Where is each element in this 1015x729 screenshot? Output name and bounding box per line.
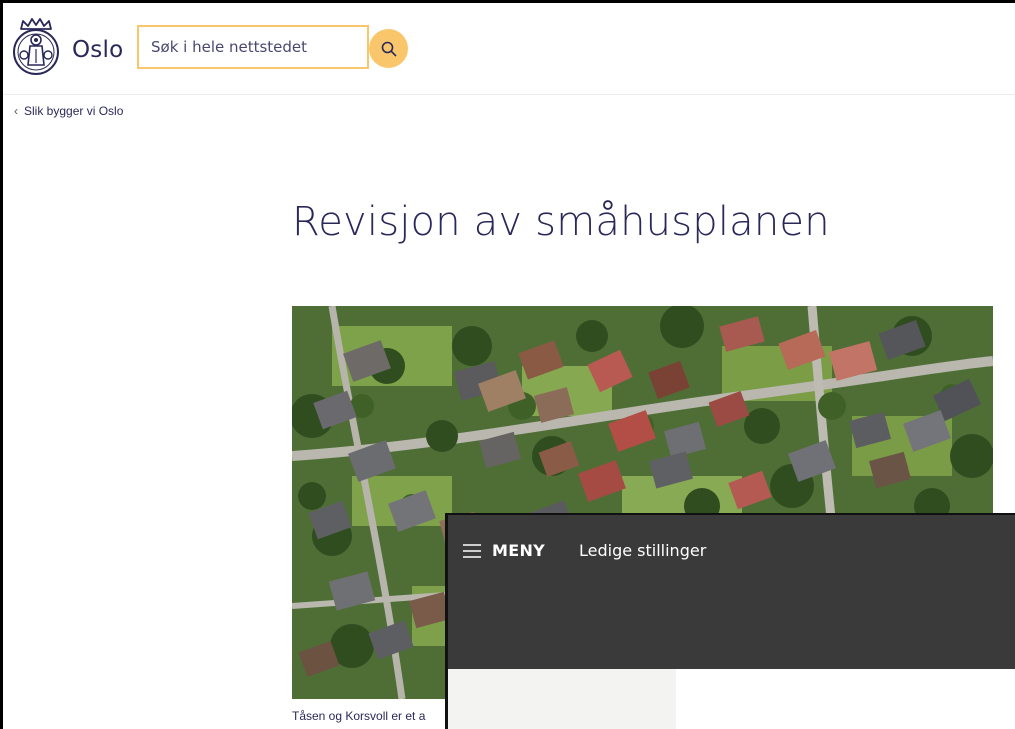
- site-header: Oslo: [3, 3, 1015, 95]
- menu-button[interactable]: MENY: [462, 541, 545, 560]
- search-button[interactable]: [369, 29, 408, 68]
- breadcrumb[interactable]: ‹ Slik bygger vi Oslo: [14, 104, 123, 118]
- breadcrumb-label: Slik bygger vi Oslo: [24, 104, 124, 118]
- image-caption: Tåsen og Korsvoll er et a: [292, 709, 426, 723]
- page-title: Revisjon av småhusplanen: [292, 199, 830, 245]
- overlay-header: MENY Ledige stillinger: [448, 515, 1015, 669]
- chevron-left-icon: ‹: [14, 104, 18, 118]
- overlay-sidebar: [448, 669, 676, 729]
- hamburger-icon: [463, 543, 481, 558]
- brand-name[interactable]: Oslo: [72, 37, 123, 63]
- search-icon: [381, 41, 396, 56]
- oslo-logo-icon[interactable]: [10, 17, 62, 77]
- menu-label: MENY: [492, 541, 546, 560]
- search-input[interactable]: [137, 25, 369, 69]
- nav-link-ledige-stillinger[interactable]: Ledige stillinger: [579, 541, 706, 560]
- overlay-body: [448, 669, 1015, 729]
- overlay-window: MENY Ledige stillinger: [445, 513, 1015, 729]
